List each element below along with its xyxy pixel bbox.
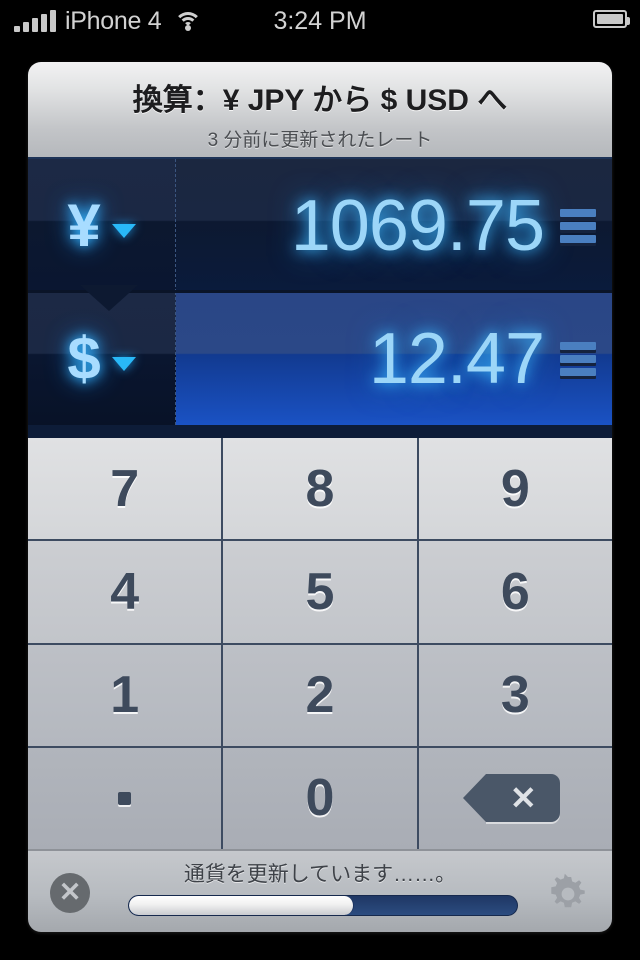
chevron-down-icon[interactable] xyxy=(111,223,136,238)
keypad-row: 1 2 3 xyxy=(28,644,612,748)
key-6[interactable]: 6 xyxy=(418,541,612,643)
update-status-text: 通貨を更新しています……。 xyxy=(183,863,457,886)
currency-row-to[interactable]: $ 12.47 xyxy=(28,292,612,425)
key-label: 1 xyxy=(110,666,140,725)
currency-value-cell-from[interactable]: 1069.75 xyxy=(176,159,612,292)
chevron-down-icon[interactable] xyxy=(111,356,136,371)
update-progress-bar xyxy=(128,895,518,916)
battery-full-icon xyxy=(593,10,630,28)
key-4[interactable]: 4 xyxy=(28,541,224,643)
key-label: 2 xyxy=(305,666,335,725)
update-progress-fill xyxy=(129,896,355,915)
currency-symbol-to: $ xyxy=(67,324,101,392)
status-bar-clock: 3:24 PM xyxy=(273,6,367,35)
key-label: 9 xyxy=(500,459,530,518)
key-8[interactable]: 8 xyxy=(223,438,419,540)
app-panel: 換算：¥ JPY から $ USD へ 3 分前に更新されたレート ¥ 1069… xyxy=(28,62,612,932)
key-label: 7 xyxy=(110,459,140,518)
key-7[interactable]: 7 xyxy=(28,438,224,540)
hamburger-menu-icon[interactable] xyxy=(560,341,596,376)
currency-symbol-from: ¥ xyxy=(67,191,101,259)
backspace-x-glyph: ✕ xyxy=(509,780,537,817)
status-bar: iPhone 4 3:24 PM xyxy=(0,0,640,42)
key-label: 8 xyxy=(305,459,335,518)
rate-updated-subtitle: 3 分前に更新されたレート xyxy=(207,130,433,151)
currency-amount-from: 1069.75 xyxy=(290,185,545,266)
page-title: 換算：¥ JPY から $ USD へ xyxy=(132,84,508,117)
hamburger-menu-icon[interactable] xyxy=(560,208,596,243)
currency-amount-to: 12.47 xyxy=(368,318,545,399)
conversion-arrow-notch xyxy=(80,285,138,311)
keypad-row: 7 8 9 xyxy=(28,438,612,542)
gear-settings-icon[interactable] xyxy=(546,872,590,916)
keypad-row: 4 5 6 xyxy=(28,541,612,645)
decimal-point-icon xyxy=(118,791,132,805)
currency-selector-to[interactable]: $ xyxy=(28,292,176,425)
key-label: 6 xyxy=(500,562,530,621)
key-decimal-point[interactable] xyxy=(28,747,224,849)
key-label: 4 xyxy=(110,562,140,621)
key-label: 5 xyxy=(305,562,335,621)
backspace-delete-icon[interactable]: ✕ xyxy=(463,774,561,823)
app-header: 換算：¥ JPY から $ USD へ 3 分前に更新されたレート xyxy=(28,62,612,159)
currency-value-cell-to[interactable]: 12.47 xyxy=(176,292,612,425)
key-backspace[interactable]: ✕ xyxy=(418,747,612,849)
currency-row-from[interactable]: ¥ 1069.75 xyxy=(28,159,612,292)
numeric-keypad: 7 8 9 4 5 6 1 2 3 0 ✕ xyxy=(28,438,612,849)
key-9[interactable]: 9 xyxy=(418,438,612,540)
key-5[interactable]: 5 xyxy=(223,541,419,643)
currency-display: ¥ 1069.75 $ 12.47 xyxy=(28,159,612,438)
currency-selector-from[interactable]: ¥ xyxy=(28,159,176,292)
key-1[interactable]: 1 xyxy=(28,644,224,746)
bottom-status-bar: ✕ 通貨を更新しています……。 xyxy=(28,849,612,932)
key-2[interactable]: 2 xyxy=(223,644,419,746)
key-3[interactable]: 3 xyxy=(418,644,612,746)
key-label: 3 xyxy=(500,666,530,725)
keypad-row: 0 ✕ xyxy=(28,747,612,849)
key-0[interactable]: 0 xyxy=(223,747,419,849)
key-label: 0 xyxy=(305,769,335,828)
